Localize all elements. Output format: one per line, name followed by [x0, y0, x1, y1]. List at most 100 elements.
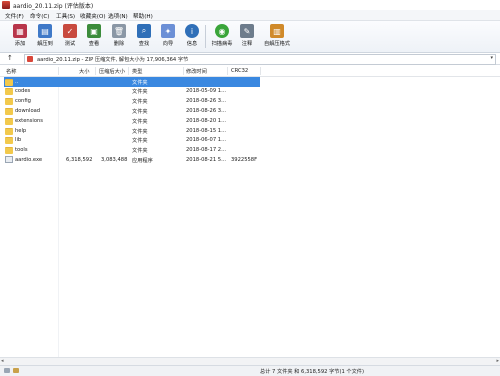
column-header: 名称 大小 压缩后大小 类型 修改时间 CRC32 [0, 66, 500, 77]
column-divider [227, 67, 228, 75]
delete-button[interactable]: 🗑 删除 [108, 23, 130, 50]
address-bar: ↑ aardio_20.11.zip - ZIP 压缩文件, 解包大小为 17,… [0, 53, 500, 65]
menu-favorites[interactable]: 收藏夹(O) [80, 12, 106, 20]
file-name: extensions [15, 117, 43, 124]
file-name: lib [15, 137, 22, 144]
file-list[interactable]: .. 文件夹 codes 文件夹 2018-05-09 1... config … [0, 77, 500, 357]
column-size[interactable]: 大小 [79, 68, 89, 75]
table-row[interactable]: aardio.exe 6,318,592 3,083,488 应用程序 2018… [0, 155, 500, 165]
extract-to-icon: ▤ [38, 24, 52, 38]
column-name[interactable]: 名称 [6, 68, 16, 75]
file-name: .. [15, 78, 19, 85]
info-icon: i [185, 24, 199, 38]
file-name: config [15, 98, 31, 105]
add-button[interactable]: ▦ 添加 [9, 23, 31, 50]
delete-label: 删除 [113, 41, 125, 47]
file-size: 6,318,592 [66, 156, 93, 163]
up-folder-icon[interactable]: ↑ [7, 54, 13, 62]
menu-tools[interactable]: 工具(S) [56, 12, 75, 20]
file-type: 文件夹 [132, 108, 148, 115]
column-divider [260, 67, 261, 75]
folder-icon [5, 107, 13, 115]
folder-icon [5, 88, 13, 96]
table-row[interactable]: lib 文件夹 2018-06-07 1... [0, 136, 500, 146]
path-field[interactable]: aardio_20.11.zip - ZIP 压缩文件, 解包大小为 17,90… [24, 54, 496, 65]
archive-icon [27, 56, 33, 62]
file-crc: 3922558F [231, 156, 258, 163]
menu-help[interactable]: 帮助(H) [133, 12, 153, 20]
file-type: 应用程序 [132, 157, 153, 164]
scan-virus-icon: ◉ [215, 24, 229, 38]
wizard-button[interactable]: ✦ 向导 [157, 23, 179, 50]
table-row[interactable]: config 文件夹 2018-08-26 3... [0, 97, 500, 107]
status-icons [4, 368, 24, 374]
window-title: aardio_20.11.zip (评估版本) [13, 3, 94, 10]
test-button[interactable]: ✓ 测试 [59, 23, 81, 50]
file-name: codes [15, 88, 31, 95]
folder-icon [5, 98, 13, 106]
column-crc32[interactable]: CRC32 [231, 68, 248, 74]
sfx-label: 自解压格式 [264, 41, 290, 47]
scroll-left-icon[interactable]: ◂ [1, 358, 4, 364]
scan-virus-button[interactable]: ◉ 扫描病毒 [211, 23, 233, 50]
file-type: 文件夹 [132, 99, 148, 106]
info-label: 信息 [186, 41, 198, 47]
menu-bar: 文件(F) 命令(C) 工具(S) 收藏夹(O) 选项(N) 帮助(H) [0, 10, 500, 21]
menu-options[interactable]: 选项(N) [108, 12, 128, 20]
menu-file[interactable]: 文件(F) [5, 12, 24, 20]
table-row[interactable]: help 文件夹 2018-08-15 1... [0, 126, 500, 136]
scroll-right-icon[interactable]: ▸ [496, 358, 499, 364]
folder-icon [5, 78, 13, 86]
file-modified: 2018-08-20 1... [186, 117, 227, 124]
table-row[interactable]: codes 文件夹 2018-05-09 1... [0, 87, 500, 97]
file-type: 文件夹 [132, 79, 148, 86]
column-packed-size[interactable]: 压缩后大小 [99, 68, 125, 75]
horizontal-scrollbar[interactable]: ◂ ▸ [0, 357, 500, 365]
wizard-icon: ✦ [161, 24, 175, 38]
test-label: 测试 [64, 41, 76, 47]
status-text: 总计 7 文件夹 和 6,318,592 字节(1 个文件) [260, 369, 365, 375]
view-icon: ▣ [87, 24, 101, 38]
file-type: 文件夹 [132, 118, 148, 125]
column-divider [58, 67, 59, 75]
menu-commands[interactable]: 命令(C) [30, 12, 49, 20]
sfx-button[interactable]: ▥ 自解压格式 [263, 23, 291, 50]
table-row[interactable]: download 文件夹 2018-08-26 3... [0, 106, 500, 116]
folder-icon [5, 147, 13, 155]
comment-button[interactable]: ✎ 注释 [236, 23, 258, 50]
file-type: 文件夹 [132, 138, 148, 145]
folder-icon [5, 127, 13, 135]
table-row[interactable]: extensions 文件夹 2018-08-20 1... [0, 116, 500, 126]
file-modified: 2018-08-21 5... [186, 156, 227, 163]
file-modified: 2018-06-07 1... [186, 137, 227, 144]
view-button[interactable]: ▣ 查看 [83, 23, 105, 50]
column-type[interactable]: 类型 [132, 68, 142, 75]
comment-icon: ✎ [240, 24, 254, 38]
find-label: 查找 [138, 41, 150, 47]
drive-icon[interactable] [4, 368, 10, 373]
path-text: aardio_20.11.zip - ZIP 压缩文件, 解包大小为 17,90… [37, 57, 189, 63]
file-type: 文件夹 [132, 148, 148, 155]
delete-icon: 🗑 [112, 24, 126, 38]
find-button[interactable]: ⌕ 查找 [133, 23, 155, 50]
folder-icon [5, 137, 13, 145]
toolbar: ▦ 添加 ▤ 解压到 ✓ 测试 ▣ 查看 🗑 删除 ⌕ 查找 ✦ 向导 i 信息… [0, 21, 500, 53]
file-name: help [15, 127, 27, 134]
file-packed-size: 3,083,488 [101, 156, 128, 163]
extract-to-label: 解压到 [37, 41, 53, 47]
file-name: aardio.exe [15, 156, 43, 163]
chevron-down-icon[interactable]: ▾ [490, 55, 493, 61]
table-row[interactable]: .. 文件夹 [0, 77, 500, 87]
info-button[interactable]: i 信息 [181, 23, 203, 50]
column-modified[interactable]: 修改时间 [186, 68, 207, 75]
test-icon: ✓ [63, 24, 77, 38]
comment-label: 注释 [241, 41, 253, 47]
key-icon[interactable] [13, 368, 19, 373]
column-divider [95, 67, 96, 75]
application-icon [5, 156, 13, 164]
table-row[interactable]: tools 文件夹 2018-08-17 2... [0, 146, 500, 156]
file-modified: 2018-05-09 1... [186, 88, 227, 95]
extract-to-button[interactable]: ▤ 解压到 [34, 23, 56, 50]
file-name: tools [15, 147, 28, 154]
file-modified: 2018-08-26 3... [186, 107, 227, 114]
